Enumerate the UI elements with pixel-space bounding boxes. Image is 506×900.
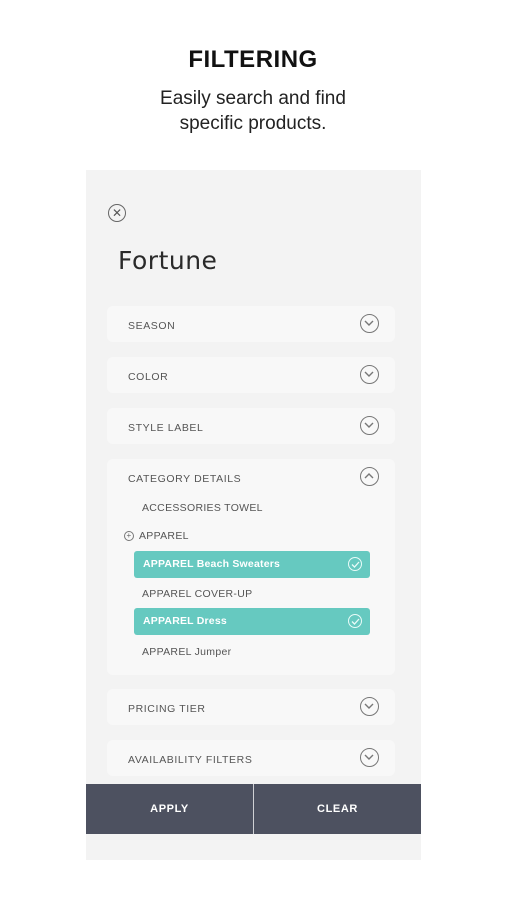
filter-section-season[interactable]: SEASON — [107, 306, 395, 342]
filter-panel: ✕ Fortune SEASON COLOR STYLE LABEL CATEG… — [86, 170, 421, 860]
category-group-apparel[interactable]: + APPAREL — [124, 530, 189, 542]
section-label: CATEGORY DETAILS — [128, 473, 242, 485]
filter-section-color[interactable]: COLOR — [107, 357, 395, 393]
category-group-label: APPAREL — [139, 530, 189, 542]
filter-section-pricing-tier[interactable]: PRICING TIER — [107, 689, 395, 725]
section-label: PRICING TIER — [128, 703, 206, 715]
section-label: AVAILABILITY FILTERS — [128, 754, 253, 766]
filter-footer: APPLY CLEAR — [86, 784, 421, 834]
page-subtitle: Easily search and find specific products… — [0, 86, 506, 136]
section-label: COLOR — [128, 371, 169, 383]
page-title: FILTERING — [188, 46, 318, 73]
check-circle-icon — [348, 557, 362, 571]
filter-section-category-details: CATEGORY DETAILS ACCESSORIES TOWEL + APP… — [107, 459, 395, 675]
check-circle-icon — [348, 614, 362, 628]
subtitle-line-2: specific products. — [179, 113, 327, 134]
filter-section-style-label[interactable]: STYLE LABEL — [107, 408, 395, 444]
chevron-down-icon[interactable] — [360, 697, 379, 716]
category-option-apparel-jumper[interactable]: APPAREL Jumper — [142, 646, 231, 658]
chevron-down-icon[interactable] — [360, 365, 379, 384]
brand-logo: Fortune — [118, 246, 218, 275]
chevron-down-icon[interactable] — [360, 416, 379, 435]
clear-button[interactable]: CLEAR — [253, 784, 421, 834]
chevron-down-icon[interactable] — [360, 748, 379, 767]
chevron-up-icon[interactable] — [360, 467, 379, 486]
subtitle-line-1: Easily search and find — [160, 88, 346, 109]
category-option-label: APPAREL Beach Sweaters — [143, 558, 281, 570]
section-label: STYLE LABEL — [128, 422, 204, 434]
plus-circle-icon[interactable]: + — [124, 531, 134, 541]
section-label: SEASON — [128, 320, 176, 332]
category-option-label: APPAREL Dress — [143, 615, 227, 627]
category-option-accessories-towel[interactable]: ACCESSORIES TOWEL — [142, 502, 263, 514]
category-option-apparel-beach-sweaters[interactable]: APPAREL Beach Sweaters — [134, 551, 370, 578]
category-option-apparel-cover-up[interactable]: APPAREL COVER-UP — [142, 588, 252, 600]
category-option-apparel-dress[interactable]: APPAREL Dress — [134, 608, 370, 635]
chevron-down-icon[interactable] — [360, 314, 379, 333]
close-icon[interactable]: ✕ — [108, 204, 126, 222]
filter-section-availability-filters[interactable]: AVAILABILITY FILTERS — [107, 740, 395, 776]
apply-button[interactable]: APPLY — [86, 784, 253, 834]
